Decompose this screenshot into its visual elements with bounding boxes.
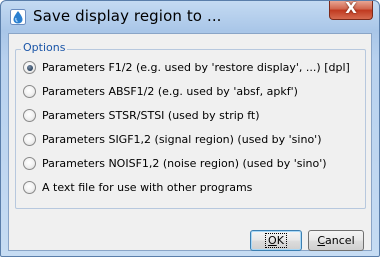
cancel-button[interactable]: Cancel <box>308 230 364 251</box>
option-label: Parameters NOISF1,2 (noise region) (used… <box>42 157 327 170</box>
option-label: A text file for use with other programs <box>42 181 253 194</box>
close-button[interactable]: X <box>329 0 373 20</box>
cancel-label: Cancel <box>317 234 354 247</box>
radio-button[interactable] <box>23 61 36 74</box>
topspin-app-icon <box>10 9 26 25</box>
option-sigf[interactable]: Parameters SIGF1,2 (signal region) (used… <box>23 131 322 148</box>
option-label: Parameters SIGF1,2 (signal region) (used… <box>42 133 322 146</box>
dialog-window: Save display region to ... X Options Par… <box>0 0 380 257</box>
options-legend: Options <box>21 41 68 54</box>
options-group: Options Parameters F1/2 (e.g. used by 'r… <box>15 41 366 209</box>
option-label: Parameters ABSF1/2 (e.g. used by 'absf, … <box>42 85 298 98</box>
option-absf[interactable]: Parameters ABSF1/2 (e.g. used by 'absf, … <box>23 83 298 100</box>
title-bar[interactable]: Save display region to ... X <box>1 0 379 33</box>
cancel-accel: C <box>317 234 326 247</box>
radio-button[interactable] <box>23 85 36 98</box>
cancel-label-rest: ancel <box>325 234 355 247</box>
option-f1-2[interactable]: Parameters F1/2 (e.g. used by 'restore d… <box>23 59 350 76</box>
dialog-content: Options Parameters F1/2 (e.g. used by 'r… <box>8 33 372 251</box>
option-text-file[interactable]: A text file for use with other programs <box>23 179 252 196</box>
ok-button[interactable]: OK <box>250 230 302 251</box>
radio-button[interactable] <box>23 109 36 122</box>
window-title: Save display region to ... <box>33 7 222 25</box>
option-label: Parameters STSR/STSI (used by strip ft) <box>42 109 260 122</box>
option-stsr-stsi[interactable]: Parameters STSR/STSI (used by strip ft) <box>23 107 260 124</box>
radio-button[interactable] <box>23 133 36 146</box>
radio-button[interactable] <box>23 157 36 170</box>
option-label: Parameters F1/2 (e.g. used by 'restore d… <box>42 61 350 74</box>
ok-focus-rect: OK <box>265 233 287 248</box>
radio-button[interactable] <box>23 181 36 194</box>
ok-accel: O <box>268 234 277 247</box>
option-noisf[interactable]: Parameters NOISF1,2 (noise region) (used… <box>23 155 327 172</box>
ok-label-rest: K <box>276 234 284 247</box>
close-icon: X <box>345 0 357 17</box>
